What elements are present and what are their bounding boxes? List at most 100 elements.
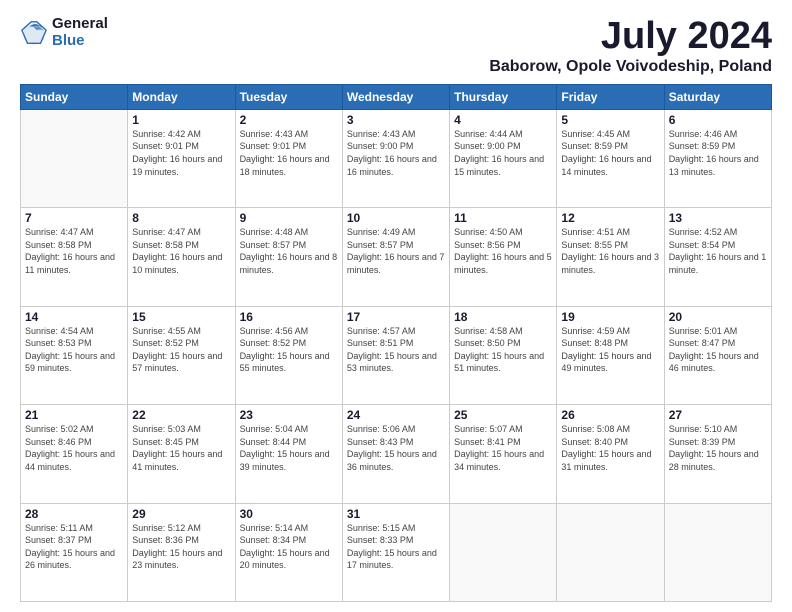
table-row: 7Sunrise: 4:47 AMSunset: 8:58 PMDaylight… bbox=[21, 208, 128, 306]
month-title: July 2024 bbox=[489, 16, 772, 58]
logo-general-text: General bbox=[52, 16, 108, 33]
day-number: 2 bbox=[240, 113, 338, 127]
table-row bbox=[664, 503, 771, 601]
table-row: 20Sunrise: 5:01 AMSunset: 8:47 PMDayligh… bbox=[664, 306, 771, 404]
day-number: 25 bbox=[454, 408, 552, 422]
logo-blue-text: Blue bbox=[52, 33, 108, 50]
day-info: Sunrise: 5:03 AMSunset: 8:45 PMDaylight:… bbox=[132, 423, 230, 473]
day-number: 5 bbox=[561, 113, 659, 127]
day-number: 20 bbox=[669, 310, 767, 324]
day-number: 28 bbox=[25, 507, 123, 521]
day-info: Sunrise: 4:45 AMSunset: 8:59 PMDaylight:… bbox=[561, 128, 659, 178]
day-number: 22 bbox=[132, 408, 230, 422]
calendar-week-row: 28Sunrise: 5:11 AMSunset: 8:37 PMDayligh… bbox=[21, 503, 772, 601]
header: General Blue July 2024 Baborow, Opole Vo… bbox=[20, 16, 772, 76]
day-number: 23 bbox=[240, 408, 338, 422]
day-number: 6 bbox=[669, 113, 767, 127]
day-number: 14 bbox=[25, 310, 123, 324]
header-monday: Monday bbox=[128, 84, 235, 109]
day-number: 18 bbox=[454, 310, 552, 324]
day-info: Sunrise: 5:04 AMSunset: 8:44 PMDaylight:… bbox=[240, 423, 338, 473]
day-info: Sunrise: 5:01 AMSunset: 8:47 PMDaylight:… bbox=[669, 325, 767, 375]
logo-icon bbox=[20, 19, 48, 47]
logo-text: General Blue bbox=[52, 16, 108, 49]
day-number: 10 bbox=[347, 211, 445, 225]
day-number: 1 bbox=[132, 113, 230, 127]
day-info: Sunrise: 4:48 AMSunset: 8:57 PMDaylight:… bbox=[240, 226, 338, 276]
day-info: Sunrise: 5:15 AMSunset: 8:33 PMDaylight:… bbox=[347, 522, 445, 572]
day-number: 3 bbox=[347, 113, 445, 127]
table-row: 12Sunrise: 4:51 AMSunset: 8:55 PMDayligh… bbox=[557, 208, 664, 306]
day-info: Sunrise: 4:47 AMSunset: 8:58 PMDaylight:… bbox=[132, 226, 230, 276]
day-number: 15 bbox=[132, 310, 230, 324]
table-row: 31Sunrise: 5:15 AMSunset: 8:33 PMDayligh… bbox=[342, 503, 449, 601]
table-row: 25Sunrise: 5:07 AMSunset: 8:41 PMDayligh… bbox=[450, 405, 557, 503]
calendar-week-row: 21Sunrise: 5:02 AMSunset: 8:46 PMDayligh… bbox=[21, 405, 772, 503]
day-number: 30 bbox=[240, 507, 338, 521]
header-sunday: Sunday bbox=[21, 84, 128, 109]
header-wednesday: Wednesday bbox=[342, 84, 449, 109]
day-info: Sunrise: 5:06 AMSunset: 8:43 PMDaylight:… bbox=[347, 423, 445, 473]
day-number: 7 bbox=[25, 211, 123, 225]
day-info: Sunrise: 4:56 AMSunset: 8:52 PMDaylight:… bbox=[240, 325, 338, 375]
header-friday: Friday bbox=[557, 84, 664, 109]
table-row: 4Sunrise: 4:44 AMSunset: 9:00 PMDaylight… bbox=[450, 109, 557, 207]
day-info: Sunrise: 4:46 AMSunset: 8:59 PMDaylight:… bbox=[669, 128, 767, 178]
day-info: Sunrise: 4:47 AMSunset: 8:58 PMDaylight:… bbox=[25, 226, 123, 276]
table-row: 19Sunrise: 4:59 AMSunset: 8:48 PMDayligh… bbox=[557, 306, 664, 404]
table-row: 17Sunrise: 4:57 AMSunset: 8:51 PMDayligh… bbox=[342, 306, 449, 404]
day-info: Sunrise: 4:59 AMSunset: 8:48 PMDaylight:… bbox=[561, 325, 659, 375]
day-info: Sunrise: 4:51 AMSunset: 8:55 PMDaylight:… bbox=[561, 226, 659, 276]
table-row: 30Sunrise: 5:14 AMSunset: 8:34 PMDayligh… bbox=[235, 503, 342, 601]
day-number: 26 bbox=[561, 408, 659, 422]
header-thursday: Thursday bbox=[450, 84, 557, 109]
day-number: 17 bbox=[347, 310, 445, 324]
logo: General Blue bbox=[20, 16, 108, 49]
day-info: Sunrise: 4:43 AMSunset: 9:01 PMDaylight:… bbox=[240, 128, 338, 178]
table-row: 18Sunrise: 4:58 AMSunset: 8:50 PMDayligh… bbox=[450, 306, 557, 404]
day-number: 29 bbox=[132, 507, 230, 521]
day-info: Sunrise: 5:12 AMSunset: 8:36 PMDaylight:… bbox=[132, 522, 230, 572]
header-saturday: Saturday bbox=[664, 84, 771, 109]
title-section: July 2024 Baborow, Opole Voivodeship, Po… bbox=[489, 16, 772, 76]
day-info: Sunrise: 5:08 AMSunset: 8:40 PMDaylight:… bbox=[561, 423, 659, 473]
day-info: Sunrise: 5:14 AMSunset: 8:34 PMDaylight:… bbox=[240, 522, 338, 572]
table-row: 22Sunrise: 5:03 AMSunset: 8:45 PMDayligh… bbox=[128, 405, 235, 503]
table-row: 5Sunrise: 4:45 AMSunset: 8:59 PMDaylight… bbox=[557, 109, 664, 207]
table-row: 8Sunrise: 4:47 AMSunset: 8:58 PMDaylight… bbox=[128, 208, 235, 306]
table-row: 2Sunrise: 4:43 AMSunset: 9:01 PMDaylight… bbox=[235, 109, 342, 207]
table-row: 6Sunrise: 4:46 AMSunset: 8:59 PMDaylight… bbox=[664, 109, 771, 207]
day-info: Sunrise: 4:58 AMSunset: 8:50 PMDaylight:… bbox=[454, 325, 552, 375]
day-number: 21 bbox=[25, 408, 123, 422]
table-row: 28Sunrise: 5:11 AMSunset: 8:37 PMDayligh… bbox=[21, 503, 128, 601]
day-info: Sunrise: 5:11 AMSunset: 8:37 PMDaylight:… bbox=[25, 522, 123, 572]
table-row: 16Sunrise: 4:56 AMSunset: 8:52 PMDayligh… bbox=[235, 306, 342, 404]
day-number: 12 bbox=[561, 211, 659, 225]
day-info: Sunrise: 4:54 AMSunset: 8:53 PMDaylight:… bbox=[25, 325, 123, 375]
table-row: 21Sunrise: 5:02 AMSunset: 8:46 PMDayligh… bbox=[21, 405, 128, 503]
table-row: 26Sunrise: 5:08 AMSunset: 8:40 PMDayligh… bbox=[557, 405, 664, 503]
day-info: Sunrise: 4:49 AMSunset: 8:57 PMDaylight:… bbox=[347, 226, 445, 276]
calendar-week-row: 1Sunrise: 4:42 AMSunset: 9:01 PMDaylight… bbox=[21, 109, 772, 207]
table-row bbox=[21, 109, 128, 207]
day-number: 8 bbox=[132, 211, 230, 225]
day-info: Sunrise: 4:52 AMSunset: 8:54 PMDaylight:… bbox=[669, 226, 767, 276]
day-info: Sunrise: 4:55 AMSunset: 8:52 PMDaylight:… bbox=[132, 325, 230, 375]
table-row: 10Sunrise: 4:49 AMSunset: 8:57 PMDayligh… bbox=[342, 208, 449, 306]
table-row: 3Sunrise: 4:43 AMSunset: 9:00 PMDaylight… bbox=[342, 109, 449, 207]
calendar-header-row: Sunday Monday Tuesday Wednesday Thursday… bbox=[21, 84, 772, 109]
day-number: 13 bbox=[669, 211, 767, 225]
table-row: 27Sunrise: 5:10 AMSunset: 8:39 PMDayligh… bbox=[664, 405, 771, 503]
table-row: 9Sunrise: 4:48 AMSunset: 8:57 PMDaylight… bbox=[235, 208, 342, 306]
day-info: Sunrise: 4:44 AMSunset: 9:00 PMDaylight:… bbox=[454, 128, 552, 178]
calendar-week-row: 14Sunrise: 4:54 AMSunset: 8:53 PMDayligh… bbox=[21, 306, 772, 404]
day-number: 19 bbox=[561, 310, 659, 324]
day-info: Sunrise: 4:42 AMSunset: 9:01 PMDaylight:… bbox=[132, 128, 230, 178]
table-row: 29Sunrise: 5:12 AMSunset: 8:36 PMDayligh… bbox=[128, 503, 235, 601]
day-number: 27 bbox=[669, 408, 767, 422]
table-row: 23Sunrise: 5:04 AMSunset: 8:44 PMDayligh… bbox=[235, 405, 342, 503]
day-info: Sunrise: 4:43 AMSunset: 9:00 PMDaylight:… bbox=[347, 128, 445, 178]
day-number: 4 bbox=[454, 113, 552, 127]
header-tuesday: Tuesday bbox=[235, 84, 342, 109]
table-row: 11Sunrise: 4:50 AMSunset: 8:56 PMDayligh… bbox=[450, 208, 557, 306]
